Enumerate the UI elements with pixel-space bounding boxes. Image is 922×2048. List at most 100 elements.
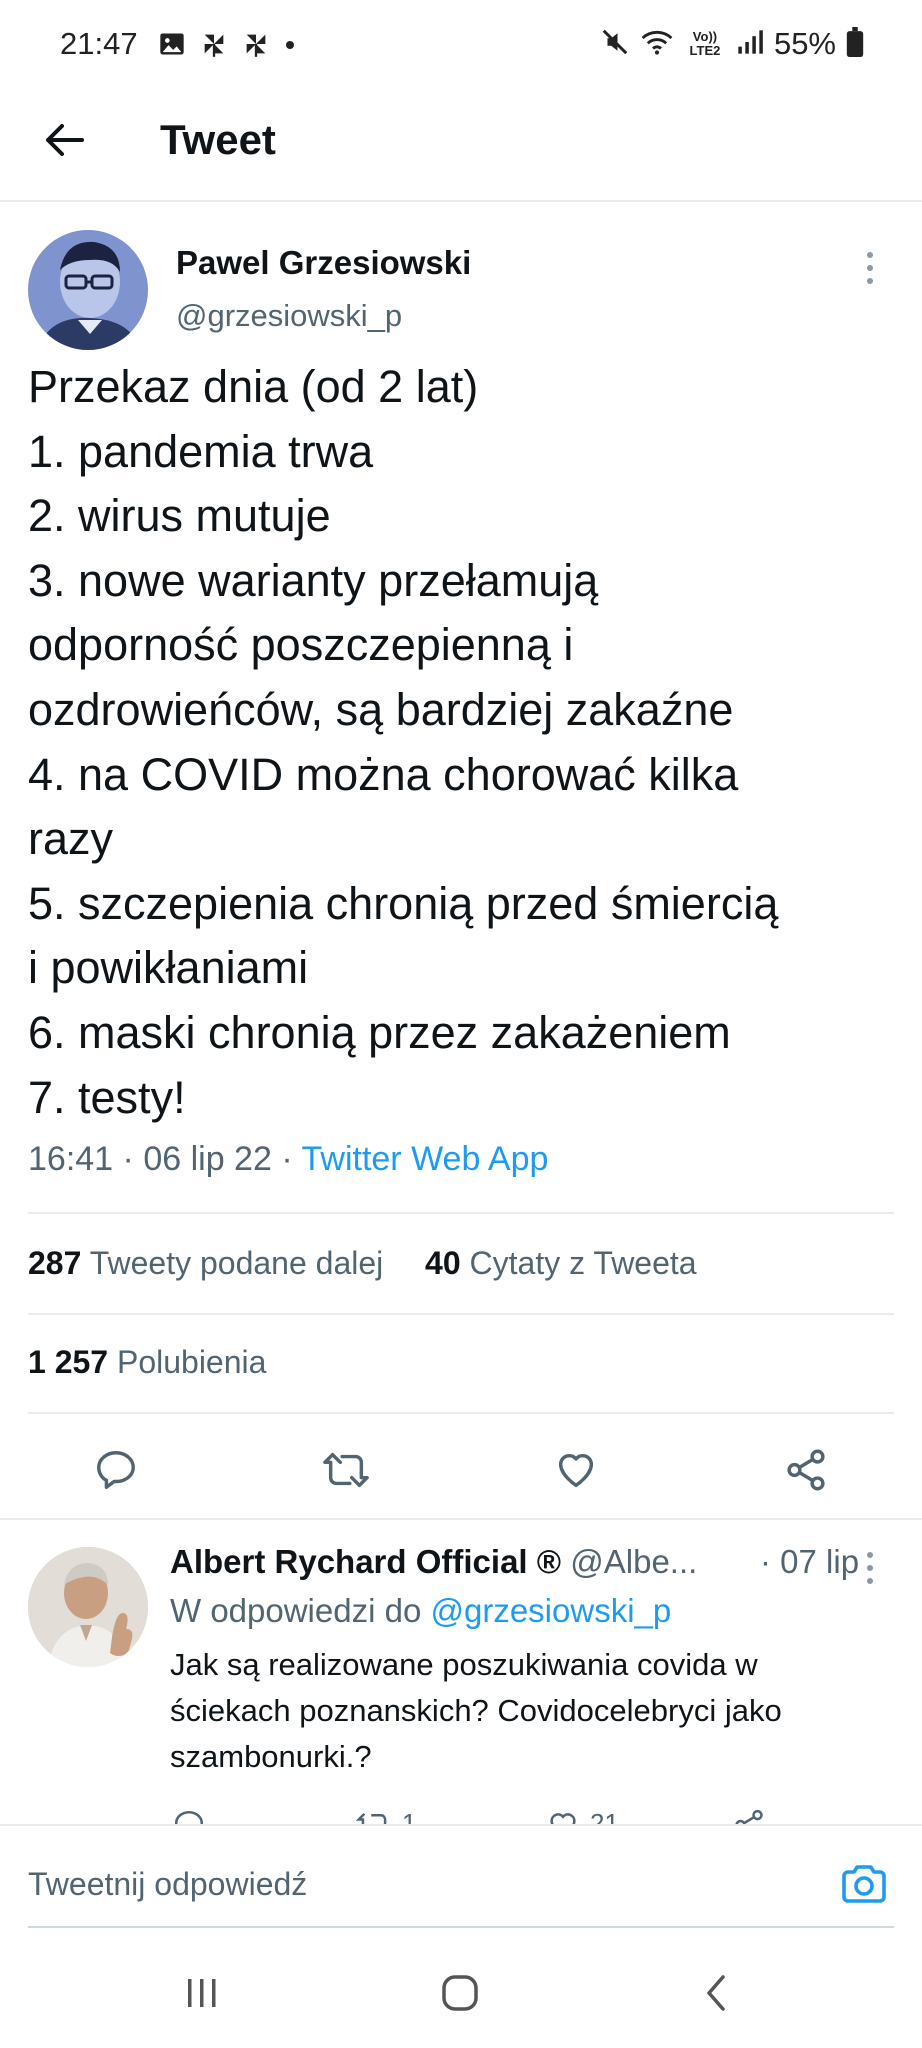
reply-reply-button[interactable] xyxy=(172,1808,206,1824)
home-button[interactable] xyxy=(430,1968,490,2018)
tweet-line: 4. na COVID można chorować kilka xyxy=(28,748,739,800)
tweet-line: ozdrowieńców, są bardziej zakaźne xyxy=(28,683,734,735)
tweet-source-link[interactable]: Twitter Web App xyxy=(302,1140,549,1178)
camera-button[interactable] xyxy=(836,1856,892,1912)
app-header: Tweet xyxy=(0,92,922,202)
retweets-count: 287 xyxy=(28,1245,82,1281)
reply-like-button[interactable]: 21 xyxy=(546,1808,619,1824)
reply-to-handle-link[interactable]: @grzesiowski_p xyxy=(430,1592,671,1629)
back-icon xyxy=(707,1975,725,2011)
likes-stat[interactable]: 1 257 Polubienia xyxy=(28,1344,266,1381)
divider xyxy=(28,1313,894,1315)
reply-retweet-button[interactable]: 1 xyxy=(356,1808,416,1824)
reply-author-avatar[interactable] xyxy=(28,1547,148,1667)
reply-icon xyxy=(174,1810,204,1824)
share-icon xyxy=(787,1449,825,1491)
tweet-line: 7. testy! xyxy=(28,1071,186,1123)
reply-line: szambonurki.? xyxy=(170,1739,372,1774)
recent-apps-button[interactable] xyxy=(172,1968,232,2018)
tweet-text: Przekaz dnia (od 2 lat) 1. pandemia trwa… xyxy=(28,355,908,1130)
system-icons: Vo)) LTE2 55% xyxy=(600,26,864,62)
reply-date: · 07 lip xyxy=(760,1543,860,1580)
tweet-actions xyxy=(0,1440,922,1550)
retweet-button[interactable] xyxy=(316,1440,376,1500)
reply-compose-bar: Tweetnij odpowiedź xyxy=(0,1824,922,1940)
tweet-line: 1. pandemia trwa xyxy=(28,425,374,477)
dot-icon xyxy=(284,38,296,56)
reply-line: Jak są realizowane poszukiwania covida w xyxy=(170,1647,758,1682)
heart-icon xyxy=(550,1813,576,1824)
reply-more-options-icon[interactable] xyxy=(858,1548,882,1588)
reply-to-prefix: W odpowiedzi do xyxy=(170,1592,422,1629)
share-icon xyxy=(735,1809,763,1824)
wifi-icon xyxy=(640,27,674,62)
tweet-time: 16:41 xyxy=(28,1140,114,1178)
reply-text: Jak są realizowane poszukiwania covida w… xyxy=(170,1642,900,1780)
recent-apps-icon xyxy=(188,1979,216,2007)
tweet-date: 06 lip 22 xyxy=(143,1140,272,1178)
arrow-left-icon xyxy=(46,124,84,156)
share-button[interactable] xyxy=(776,1440,836,1500)
tweet-line: razy xyxy=(28,813,114,865)
tweet-line: odporność poszczepienną i xyxy=(28,619,574,671)
reply-line: ściekach poznanskich? Covidocelebryci ja… xyxy=(170,1693,782,1728)
home-icon xyxy=(442,1975,478,2011)
meta-separator: · xyxy=(122,1140,134,1178)
signal-icon xyxy=(736,28,764,61)
reply-icon xyxy=(97,1451,135,1489)
notification-icons xyxy=(158,30,296,63)
author-handle[interactable]: @grzesiowski_p xyxy=(176,298,402,334)
reply-author-name: Albert Rychard Official ® xyxy=(170,1543,562,1580)
tweet-timestamp: 16:41 · 06 lip 22 · Twitter Web App xyxy=(28,1140,548,1179)
tweet-line: 6. maski chronią przez zakażeniem xyxy=(28,1006,731,1058)
retweet-icon xyxy=(356,1813,387,1824)
reply-retweets-count: 1 xyxy=(402,1808,417,1824)
like-button[interactable] xyxy=(546,1440,606,1500)
reply-author-handle: @Albe... xyxy=(570,1543,698,1580)
reply-author[interactable]: Albert Rychard Official ® @Albe... xyxy=(170,1543,697,1581)
volte-icon: Vo)) LTE2 xyxy=(689,29,721,58)
likes-count: 1 257 xyxy=(28,1344,109,1380)
mute-icon xyxy=(600,27,630,62)
system-back-button[interactable] xyxy=(686,1968,746,2018)
tweet-stats: 287 Tweety podane dalej 40 Cytaty z Twee… xyxy=(28,1245,697,1282)
author-avatar[interactable] xyxy=(28,230,148,350)
pinwheel-icon xyxy=(242,30,270,63)
back-button[interactable] xyxy=(38,114,90,166)
battery-icon xyxy=(846,26,864,62)
quotes-label: Cytaty z Tweeta xyxy=(469,1245,697,1281)
reply-share-button[interactable] xyxy=(732,1808,766,1824)
image-icon xyxy=(158,30,186,63)
likes-label: Polubienia xyxy=(116,1344,267,1380)
divider xyxy=(28,1412,894,1414)
retweets-stat[interactable]: 287 Tweety podane dalej xyxy=(28,1245,392,1281)
section-divider xyxy=(0,1518,922,1520)
quotes-count: 40 xyxy=(425,1245,461,1281)
divider xyxy=(28,1212,894,1214)
reply-likes-count: 21 xyxy=(590,1808,619,1824)
author-name[interactable]: Pawel Grzesiowski xyxy=(176,244,471,282)
tweet-line: Przekaz dnia (od 2 lat) xyxy=(28,361,479,412)
status-time: 21:47 xyxy=(60,26,138,61)
compose-underline xyxy=(28,1926,894,1928)
tweet-line: i powikłaniami xyxy=(28,942,309,994)
tweet-line: 3. nowe warianty przełamują xyxy=(28,554,599,606)
pinwheel-icon xyxy=(200,30,228,63)
status-bar: 21:47 Vo)) LTE2 55% xyxy=(0,0,922,92)
system-nav-bar xyxy=(0,1940,922,2048)
reply-actions: 1 21 xyxy=(0,1800,922,1824)
tweet-line: 5. szczepienia chronią przed śmiercią xyxy=(28,877,779,929)
retweets-label: Tweety podane dalej xyxy=(89,1245,384,1281)
more-options-icon[interactable] xyxy=(858,248,882,288)
tweet-line: 2. wirus mutuje xyxy=(28,490,331,542)
page-title: Tweet xyxy=(160,116,276,163)
heart-icon xyxy=(558,1453,594,1488)
camera-icon xyxy=(842,1865,886,1903)
quotes-stat[interactable]: 40 Cytaty z Tweeta xyxy=(425,1245,697,1281)
reply-button[interactable] xyxy=(86,1440,146,1500)
battery-percent: 55% xyxy=(773,26,836,61)
meta-separator: · xyxy=(281,1140,293,1178)
reply-input[interactable]: Tweetnij odpowiedź xyxy=(28,1826,808,1942)
retweet-icon xyxy=(323,1452,369,1488)
reply-context: W odpowiedzi do @grzesiowski_p xyxy=(170,1592,671,1630)
